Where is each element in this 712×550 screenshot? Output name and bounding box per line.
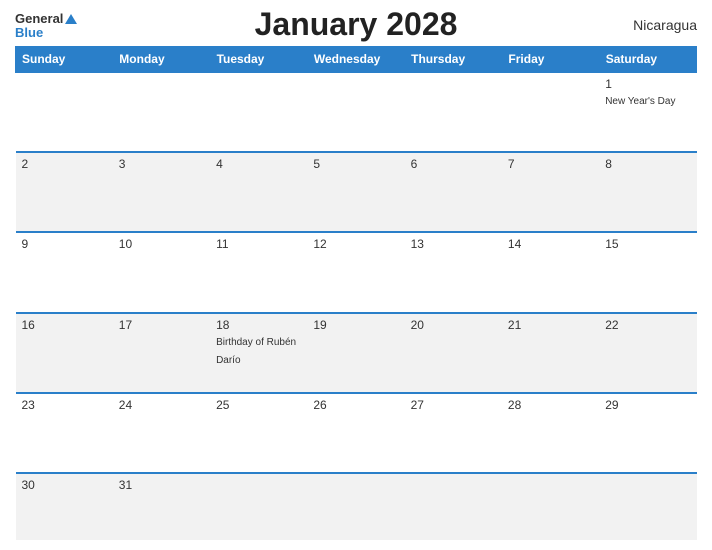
logo-blue-label: Blue <box>15 26 43 40</box>
calendar-cell: 18 Birthday of Rubén Darío <box>210 313 307 393</box>
calendar-cell: 25 <box>210 393 307 473</box>
calendar-cell: 6 <box>405 152 502 232</box>
calendar-cell: 19 <box>307 313 404 393</box>
calendar-cell <box>16 72 113 152</box>
calendar-cell: 4 <box>210 152 307 232</box>
calendar-week-row: 9 10 11 12 13 14 15 <box>16 232 697 312</box>
day-number: 15 <box>605 237 690 251</box>
day-number: 8 <box>605 157 690 171</box>
calendar-cell: 22 <box>599 313 696 393</box>
calendar-cell: 15 <box>599 232 696 312</box>
day-number: 25 <box>216 398 301 412</box>
day-number: 6 <box>411 157 496 171</box>
calendar-cell: 30 <box>16 473 113 540</box>
day-number: 14 <box>508 237 593 251</box>
day-number: 10 <box>119 237 204 251</box>
calendar-cell: 3 <box>113 152 210 232</box>
calendar-cell: 1 New Year's Day <box>599 72 696 152</box>
calendar-cell <box>210 72 307 152</box>
calendar-cell: 28 <box>502 393 599 473</box>
event-text: Birthday of Rubén Darío <box>216 337 296 366</box>
calendar-week-row: 2345678 <box>16 152 697 232</box>
calendar-cell: 31 <box>113 473 210 540</box>
day-number: 7 <box>508 157 593 171</box>
day-number: 16 <box>22 318 107 332</box>
day-number: 11 <box>216 237 301 251</box>
calendar-cell: 24 <box>113 393 210 473</box>
country-label: Nicaragua <box>633 17 697 33</box>
weekday-header-thursday: Thursday <box>405 46 502 72</box>
header: General Blue January 2028 Nicaragua <box>15 10 697 40</box>
weekday-header-friday: Friday <box>502 46 599 72</box>
calendar-title: January 2028 <box>255 6 458 43</box>
weekday-header-row: SundayMondayTuesdayWednesdayThursdayFrid… <box>16 46 697 72</box>
day-number: 26 <box>313 398 398 412</box>
calendar-cell: 17 <box>113 313 210 393</box>
day-number: 2 <box>22 157 107 171</box>
calendar-cell: 27 <box>405 393 502 473</box>
logo-general-label: General <box>15 11 63 26</box>
calendar-cell: 8 <box>599 152 696 232</box>
day-number: 17 <box>119 318 204 332</box>
day-number: 1 <box>605 77 690 91</box>
calendar-cell: 5 <box>307 152 404 232</box>
calendar-week-row: 16 17 18 Birthday of Rubén Darío 19 20 21 22 <box>16 313 697 393</box>
calendar-week-row: 23 24 25 26 27 28 29 <box>16 393 697 473</box>
calendar-cell <box>113 72 210 152</box>
calendar-cell: 12 <box>307 232 404 312</box>
day-number: 21 <box>508 318 593 332</box>
logo-triangle-icon <box>65 14 77 24</box>
calendar-week-row: 30 31 <box>16 473 697 540</box>
day-number: 23 <box>22 398 107 412</box>
day-number: 24 <box>119 398 204 412</box>
calendar-cell <box>502 72 599 152</box>
calendar-cell: 2 <box>16 152 113 232</box>
calendar-week-row: 1 New Year's Day <box>16 72 697 152</box>
calendar-cell: 10 <box>113 232 210 312</box>
calendar-container: General Blue January 2028 Nicaragua Sund… <box>0 0 712 550</box>
day-number: 12 <box>313 237 398 251</box>
calendar-cell: 7 <box>502 152 599 232</box>
day-number: 27 <box>411 398 496 412</box>
calendar-cell: 11 <box>210 232 307 312</box>
day-number: 19 <box>313 318 398 332</box>
calendar-cell: 16 <box>16 313 113 393</box>
day-number: 13 <box>411 237 496 251</box>
calendar-cell: 26 <box>307 393 404 473</box>
day-number: 22 <box>605 318 690 332</box>
day-number: 30 <box>22 478 107 492</box>
calendar-cell <box>405 473 502 540</box>
calendar-cell: 9 <box>16 232 113 312</box>
day-number: 9 <box>22 237 107 251</box>
day-number: 18 <box>216 318 301 332</box>
day-number: 4 <box>216 157 301 171</box>
day-number: 3 <box>119 157 204 171</box>
weekday-header-monday: Monday <box>113 46 210 72</box>
calendar-cell: 14 <box>502 232 599 312</box>
calendar-cell: 20 <box>405 313 502 393</box>
day-number: 28 <box>508 398 593 412</box>
calendar-cell <box>502 473 599 540</box>
weekday-header-saturday: Saturday <box>599 46 696 72</box>
weekday-header-sunday: Sunday <box>16 46 113 72</box>
logo: General Blue <box>15 10 77 40</box>
calendar-cell: 23 <box>16 393 113 473</box>
calendar-cell <box>599 473 696 540</box>
day-number: 29 <box>605 398 690 412</box>
weekday-header-wednesday: Wednesday <box>307 46 404 72</box>
event-text: New Year's Day <box>605 96 675 107</box>
day-number: 5 <box>313 157 398 171</box>
calendar-cell <box>307 72 404 152</box>
calendar-table: SundayMondayTuesdayWednesdayThursdayFrid… <box>15 46 697 540</box>
calendar-cell: 21 <box>502 313 599 393</box>
day-number: 20 <box>411 318 496 332</box>
calendar-cell: 29 <box>599 393 696 473</box>
weekday-header-tuesday: Tuesday <box>210 46 307 72</box>
calendar-cell <box>307 473 404 540</box>
calendar-cell: 13 <box>405 232 502 312</box>
day-number: 31 <box>119 478 204 492</box>
calendar-cell <box>210 473 307 540</box>
calendar-cell <box>405 72 502 152</box>
